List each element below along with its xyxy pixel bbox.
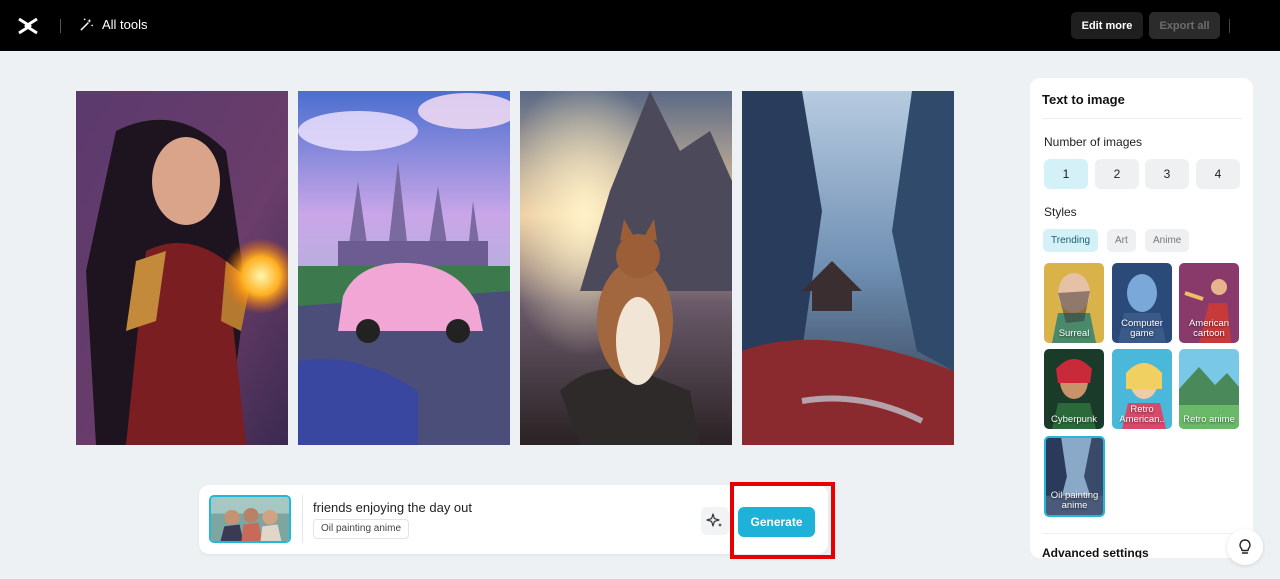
- style-oil-painting-anime[interactable]: Oil painting anime: [1044, 436, 1105, 517]
- divider: [60, 19, 61, 33]
- divider: [1042, 118, 1242, 119]
- export-all-button[interactable]: Export all: [1149, 12, 1220, 39]
- generated-image-castle-car[interactable]: [298, 91, 510, 445]
- style-label: Oil painting anime: [1050, 490, 1099, 511]
- divider: [1229, 19, 1230, 33]
- top-bar: All tools Edit more Export all: [0, 0, 1280, 51]
- style-label: Retro anime: [1183, 414, 1235, 425]
- tab-trending[interactable]: Trending: [1043, 229, 1099, 252]
- style-label: Surreal: [1058, 328, 1090, 339]
- style-computer-game[interactable]: Computer game: [1112, 263, 1172, 343]
- style-retro-american[interactable]: Retro American..: [1112, 349, 1172, 429]
- tab-anime[interactable]: Anime: [1145, 229, 1190, 252]
- tips-button[interactable]: [1227, 529, 1263, 565]
- style-label: American cartoon: [1188, 318, 1230, 339]
- advanced-settings-toggle[interactable]: Advanced settings: [1042, 546, 1149, 558]
- generated-image-cat[interactable]: [520, 91, 732, 445]
- style-american-cartoon[interactable]: American cartoon: [1179, 263, 1239, 343]
- friends-thumbnail-image: [211, 497, 289, 541]
- mountains-image: [742, 91, 954, 445]
- magic-enhance-button[interactable]: [701, 507, 729, 535]
- magic-wand-icon: [80, 18, 93, 31]
- tab-art[interactable]: Art: [1107, 229, 1136, 252]
- generated-images-gallery: [76, 91, 954, 445]
- style-label: Retro American..: [1119, 404, 1165, 425]
- cat-image: [520, 91, 732, 445]
- style-label: Cyberpunk: [1051, 414, 1097, 425]
- divider: [1042, 533, 1242, 534]
- styles-label: Styles: [1044, 205, 1077, 219]
- sparkle-icon: [706, 513, 722, 527]
- castle-car-image: [298, 91, 510, 445]
- generate-button[interactable]: Generate: [738, 507, 815, 537]
- number-option-2[interactable]: 2: [1095, 159, 1139, 189]
- number-option-3[interactable]: 3: [1145, 159, 1189, 189]
- text-to-image-panel: Text to image Number of images 1 2 3 4 S…: [1030, 78, 1253, 558]
- panel-title: Text to image: [1042, 92, 1125, 107]
- number-option-1[interactable]: 1: [1044, 159, 1088, 189]
- divider: [302, 495, 303, 543]
- generated-image-mountains[interactable]: [742, 91, 954, 445]
- all-tools-label: All tools: [102, 17, 148, 32]
- style-retro-anime[interactable]: Retro anime: [1179, 349, 1239, 429]
- prompt-bar: friends enjoying the day out Oil paintin…: [199, 485, 828, 554]
- capcut-logo-icon[interactable]: [16, 14, 40, 38]
- lightbulb-icon: [1239, 539, 1251, 554]
- style-label: Computer game: [1121, 318, 1163, 339]
- number-option-4[interactable]: 4: [1196, 159, 1240, 189]
- all-tools-button[interactable]: All tools: [79, 17, 148, 32]
- edit-more-button[interactable]: Edit more: [1071, 12, 1143, 39]
- prompt-text[interactable]: friends enjoying the day out: [313, 500, 472, 515]
- reference-image-thumbnail[interactable]: [209, 495, 291, 543]
- generated-image-warrior[interactable]: [76, 91, 288, 445]
- style-tag[interactable]: Oil painting anime: [313, 519, 410, 539]
- number-of-images-label: Number of images: [1044, 135, 1143, 149]
- style-cyberpunk[interactable]: Cyberpunk: [1044, 349, 1104, 429]
- style-surreal[interactable]: Surreal: [1044, 263, 1104, 343]
- warrior-image: [76, 91, 288, 445]
